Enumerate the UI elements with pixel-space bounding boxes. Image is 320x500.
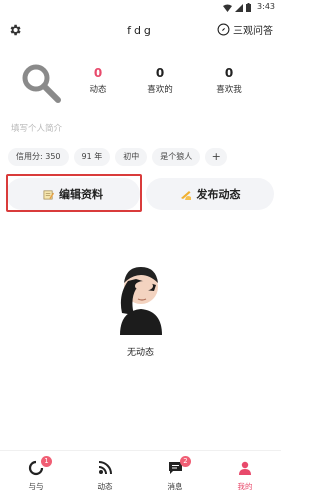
stat-liked[interactable]: 0 喜欢的 [130,66,190,95]
tab-home[interactable]: 1 与与 [8,456,64,492]
add-tag-button[interactable]: + [205,148,228,166]
tag-list: 信用分: 350 91 年 初中 是个狼人 + [8,148,228,166]
bottom-tab-bar: 1 与与 动态 2 消息 我的 [0,450,281,500]
profile-section: 0 动态 0 喜欢的 0 喜欢我 [0,62,281,110]
tab-home-badge: 1 [41,456,52,467]
compass-icon [217,23,230,36]
tab-messages-label: 消息 [167,482,183,491]
wifi-icon [223,4,232,12]
tag-personality[interactable]: 是个狼人 [152,148,201,166]
tag-credit-score[interactable]: 信用分: 350 [8,148,69,166]
tab-messages[interactable]: 2 消息 [147,456,203,492]
stat-liked-value: 0 [155,66,165,80]
stat-liked-label: 喜欢的 [147,85,173,95]
status-icons [223,3,251,12]
stat-likes-me[interactable]: 0 喜欢我 [199,66,259,95]
stat-posts-value: 0 [93,66,103,80]
tag-birth-year[interactable]: 91 年 [73,148,111,166]
facepalm-illustration-icon [119,267,162,335]
signal-icon [235,3,243,12]
header: fdg 三观问答 [0,20,281,44]
tab-profile-label: 我的 [237,482,253,491]
tab-feed[interactable]: 动态 [77,457,133,492]
tab-profile[interactable]: 我的 [217,457,273,492]
qa-button[interactable]: 三观问答 [217,22,273,37]
bio-placeholder[interactable]: 填写个人简介 [11,122,62,134]
battery-icon [246,3,251,12]
qa-label: 三观问答 [233,26,273,37]
person-icon [239,461,251,475]
tab-home-label: 与与 [28,482,44,491]
empty-state: 无动态 [0,255,281,358]
tag-education[interactable]: 初中 [115,148,148,166]
post-label: 发布动态 [196,188,241,201]
tab-messages-badge: 2 [180,456,191,467]
post-button[interactable]: 发布动态 [146,178,274,210]
stat-likes-me-value: 0 [224,66,234,80]
avatar[interactable] [20,62,62,104]
empty-state-text: 无动态 [126,348,154,358]
stat-likes-me-label: 喜欢我 [216,85,242,95]
tab-feed-label: 动态 [97,482,113,491]
action-buttons: 编辑资料 发布动态 [6,174,274,212]
stat-posts-label: 动态 [89,85,107,95]
writing-hand-icon [180,190,191,200]
rss-icon [98,461,112,475]
highlight-box [6,174,142,212]
status-bar: 3:43 [0,0,281,16]
stat-posts[interactable]: 0 动态 [68,66,128,95]
status-time: 3:43 [257,2,275,11]
